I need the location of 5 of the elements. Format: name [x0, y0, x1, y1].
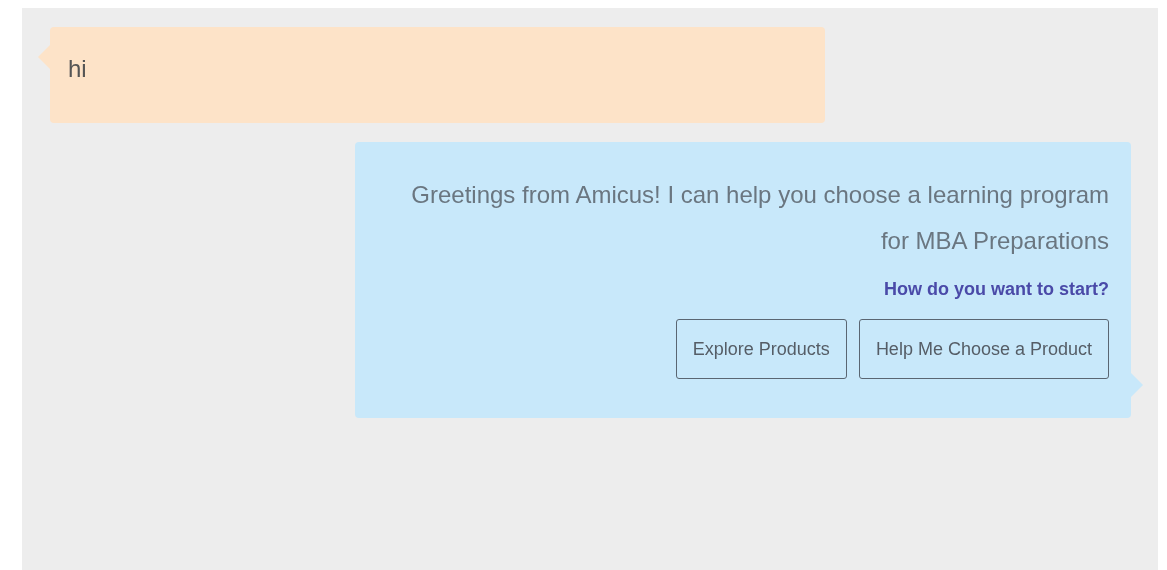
option-button[interactable]: Explore Products	[675, 319, 847, 379]
prompt-text: How do you want to start?	[884, 278, 1109, 301]
message-text: Greetings from Amicus! I can help you choose a learning program for MBA Preparations	[410, 180, 1109, 256]
option-button[interactable]: Help Me Choose a Product	[858, 319, 1109, 379]
message-text: hi	[68, 55, 87, 82]
